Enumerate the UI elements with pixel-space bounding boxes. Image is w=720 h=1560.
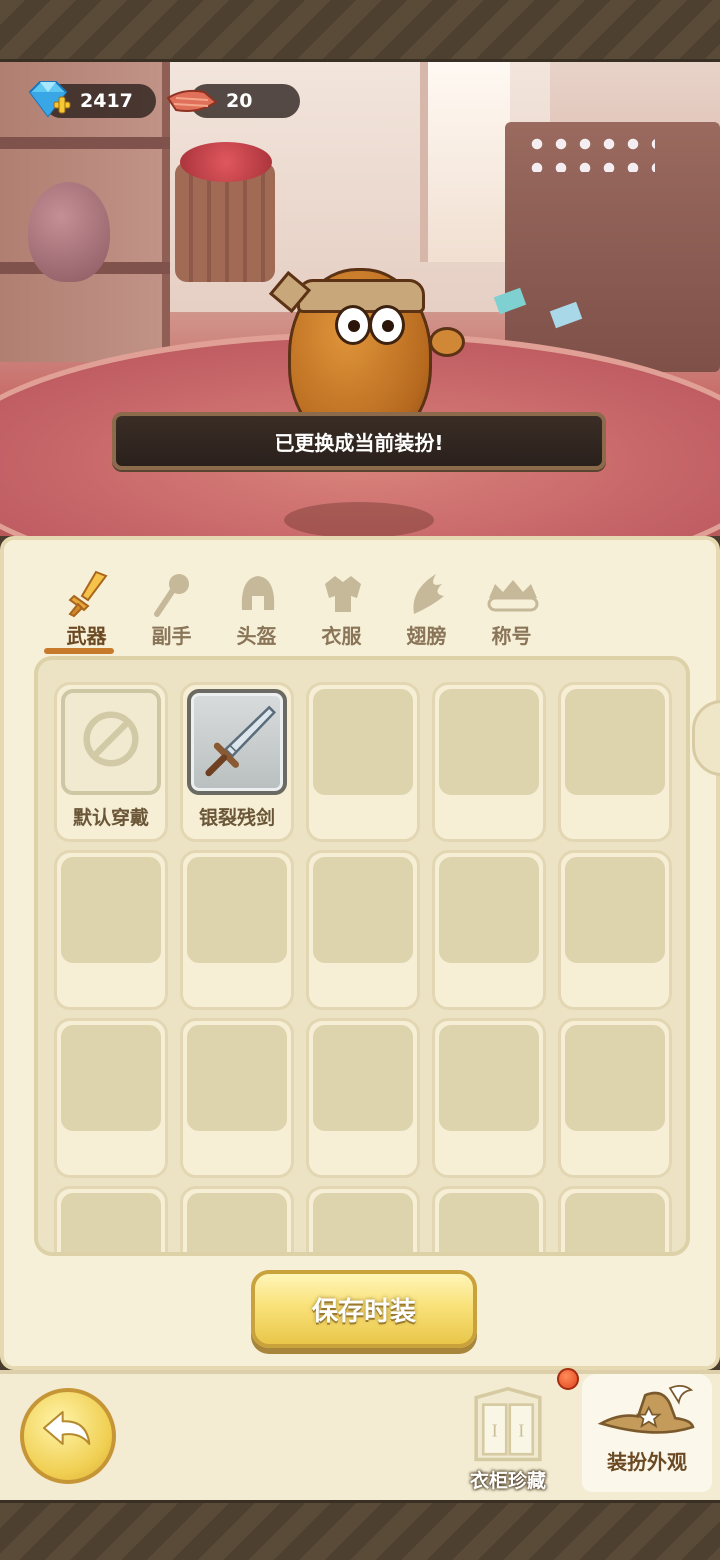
back-button[interactable] xyxy=(20,1388,116,1484)
wardrobe-panel: 武器 副手 头盔 衣服 翅膀 称号 默认穿戴 银裂残剑 保存时装 xyxy=(0,536,720,1370)
item-slot-empty[interactable] xyxy=(180,1018,294,1178)
item-grid: 默认穿戴 银裂残剑 xyxy=(34,656,690,1256)
item-slot-empty[interactable] xyxy=(432,682,546,842)
egg-decoration xyxy=(28,182,110,282)
item-slot-empty[interactable] xyxy=(432,850,546,1010)
gem-plus-icon[interactable] xyxy=(24,80,72,120)
offhand-icon xyxy=(154,574,189,617)
sword-icon xyxy=(68,570,108,618)
item-slot-empty[interactable] xyxy=(306,1018,420,1178)
tab-wings[interactable]: 翅膀 xyxy=(384,566,469,666)
item-slot-empty[interactable] xyxy=(306,682,420,842)
tab-offhand[interactable]: 副手 xyxy=(129,566,214,666)
item-slot-empty[interactable] xyxy=(306,850,420,1010)
item-slot-empty[interactable] xyxy=(558,850,672,1010)
none-icon xyxy=(83,711,139,767)
wings-icon xyxy=(413,574,444,614)
tab-label: 称号 xyxy=(491,624,532,648)
cloth-icon xyxy=(166,89,218,112)
svg-text:I: I xyxy=(518,1421,524,1441)
silver-sword-icon xyxy=(205,705,277,777)
tab-label: 翅膀 xyxy=(406,624,447,648)
item-slot-empty[interactable] xyxy=(558,1018,672,1178)
armor-icon xyxy=(325,576,361,612)
save-button-label: 保存时装 xyxy=(311,1296,416,1327)
appearance-button[interactable]: 装扮外观 xyxy=(582,1374,712,1492)
top-frame xyxy=(0,0,720,62)
tab-label: 武器 xyxy=(66,624,107,648)
item-slot-empty[interactable] xyxy=(54,1186,168,1252)
item-slot-empty[interactable] xyxy=(54,1018,168,1178)
tab-label: 衣服 xyxy=(321,624,362,648)
helmet-icon xyxy=(241,576,275,610)
wardrobe-collection-button[interactable]: I I 衣柜珍藏 xyxy=(456,1382,560,1492)
item-slot-empty[interactable] xyxy=(432,1018,546,1178)
item-slot-empty[interactable] xyxy=(558,1186,672,1252)
gem-count: 2417 xyxy=(80,90,133,112)
toast-message: 已更换成当前装扮! xyxy=(112,412,606,470)
cloth-count: 20 xyxy=(226,90,253,112)
tab-helmet[interactable]: 头盔 xyxy=(214,566,299,666)
svg-text:I: I xyxy=(492,1421,498,1441)
active-tab-indicator xyxy=(44,648,114,654)
wardrobe-label: 衣柜珍藏 xyxy=(469,1470,546,1492)
item-slot-default[interactable]: 默认穿戴 xyxy=(54,682,168,842)
notification-dot xyxy=(557,1368,579,1390)
tab-clothes[interactable]: 衣服 xyxy=(299,566,384,666)
item-slot-empty[interactable] xyxy=(180,1186,294,1252)
tab-label: 头盔 xyxy=(236,624,277,648)
title-icon xyxy=(487,580,539,612)
item-slot-empty[interactable] xyxy=(558,682,672,842)
tab-label: 副手 xyxy=(151,624,192,648)
tab-title[interactable]: 称号 xyxy=(469,566,554,666)
bottom-frame xyxy=(0,1500,720,1560)
item-label: 银裂残剑 xyxy=(198,807,275,829)
item-slot-empty[interactable] xyxy=(180,850,294,1010)
wardrobe-icon: I I xyxy=(474,1386,542,1462)
category-tabs: 武器 副手 头盔 衣服 翅膀 称号 xyxy=(44,566,564,666)
item-slot-silver-sword[interactable]: 银裂残剑 xyxy=(180,682,294,842)
save-outfit-button[interactable]: 保存时装 xyxy=(251,1270,477,1348)
chest-decoration xyxy=(505,122,720,372)
item-label: 默认穿戴 xyxy=(72,807,149,829)
appearance-label: 装扮外观 xyxy=(607,1450,687,1474)
item-slot-empty[interactable] xyxy=(54,850,168,1010)
item-slot-empty[interactable] xyxy=(432,1186,546,1252)
toast-text: 已更换成当前装扮! xyxy=(274,430,444,455)
item-slot-empty[interactable] xyxy=(306,1186,420,1252)
back-arrow-icon xyxy=(43,1411,91,1445)
hat-icon xyxy=(597,1385,695,1434)
tab-weapon[interactable]: 武器 xyxy=(44,566,129,666)
